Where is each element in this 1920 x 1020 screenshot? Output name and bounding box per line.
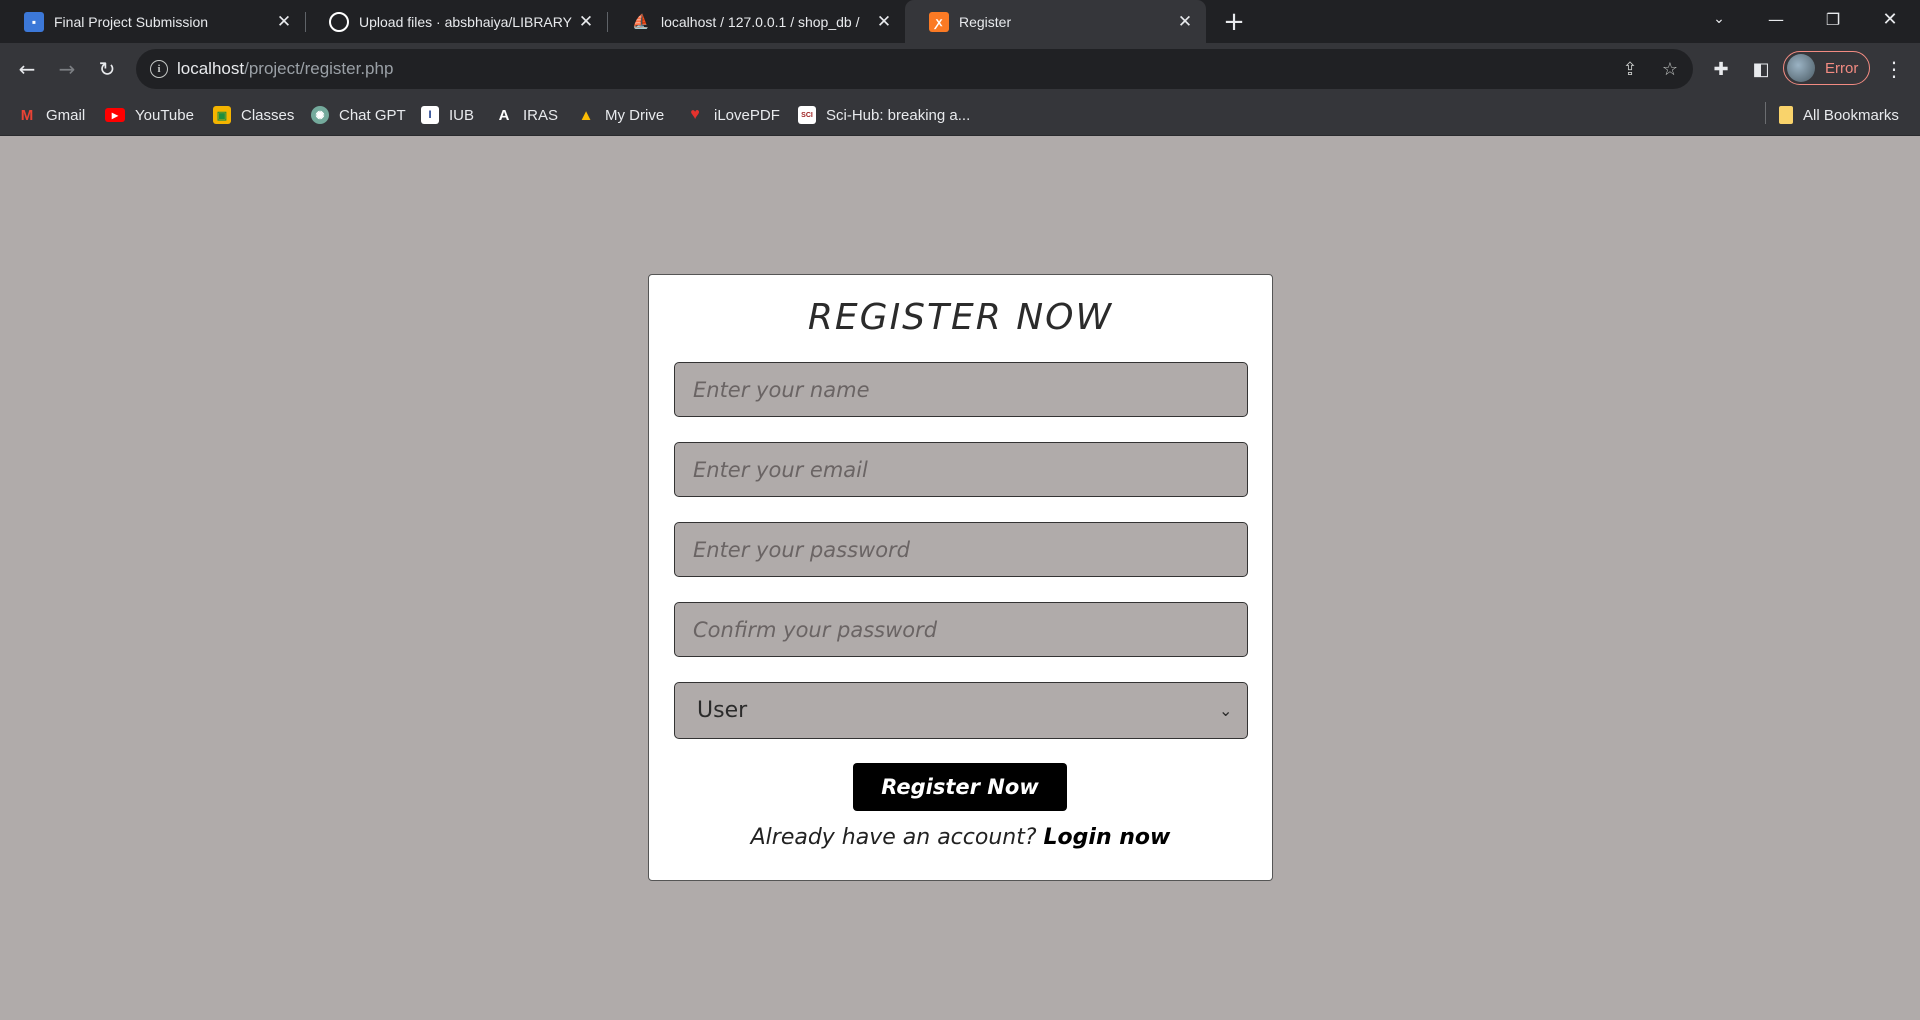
- back-icon[interactable]: ←: [11, 53, 43, 85]
- bookmark-ilovepdf[interactable]: ♥ iLovePDF: [686, 104, 780, 126]
- register-button[interactable]: Register Now: [853, 763, 1067, 811]
- classes-icon: ▣: [213, 106, 231, 124]
- tab-title: Register: [959, 13, 1012, 30]
- tab-search-icon[interactable]: ⌄: [1695, 0, 1743, 38]
- ilovepdf-icon: ♥: [690, 106, 700, 123]
- email-input[interactable]: [675, 443, 1247, 496]
- xampp-icon: ꭗ: [929, 11, 949, 32]
- url-text[interactable]: localhost/project/register.php: [177, 59, 393, 79]
- close-icon[interactable]: ✕: [273, 11, 295, 33]
- classroom-icon: ▪: [24, 11, 44, 32]
- tab-title: localhost / 127.0.0.1 / shop_db /: [661, 13, 860, 30]
- name-field[interactable]: [674, 362, 1248, 417]
- bookmarks-divider: [1765, 102, 1766, 124]
- login-prompt-text: Already have an account?: [750, 825, 1037, 850]
- bookmark-gmail[interactable]: M Gmail: [18, 104, 85, 126]
- menu-kebab-icon[interactable]: ⋮: [1880, 55, 1908, 83]
- chevron-down-icon: ⌄: [1219, 701, 1233, 720]
- profile-button[interactable]: Error: [1783, 51, 1870, 85]
- chatgpt-icon: ✺: [311, 106, 329, 124]
- profile-status: Error: [1825, 59, 1859, 77]
- side-panel-icon[interactable]: ◧: [1747, 55, 1775, 83]
- bookmark-iub[interactable]: I IUB: [421, 104, 474, 126]
- youtube-icon: ▶: [105, 108, 125, 122]
- tab-title: Final Project Submission: [54, 13, 209, 30]
- extensions-icon[interactable]: ✚: [1707, 55, 1735, 83]
- password-field[interactable]: [674, 522, 1248, 577]
- iub-icon: I: [421, 106, 439, 124]
- tab-strip: ▪ Final Project Submission ✕ Upload file…: [0, 0, 1920, 43]
- github-icon: [329, 11, 349, 32]
- close-icon[interactable]: ✕: [575, 11, 597, 33]
- minimize-icon[interactable]: —: [1752, 0, 1800, 38]
- drive-icon: ▲: [578, 106, 594, 124]
- login-link[interactable]: Login now: [1044, 825, 1171, 850]
- tab-final-project[interactable]: ▪ Final Project Submission ✕: [0, 0, 305, 43]
- scihub-icon: SCI: [798, 106, 816, 124]
- bookmark-sci-hub[interactable]: SCI Sci-Hub: breaking a...: [798, 104, 970, 126]
- close-icon[interactable]: ✕: [1174, 11, 1196, 33]
- register-form: REGISTER NOW User ⌄ Register Now Already…: [648, 274, 1273, 881]
- bookmark-star-icon[interactable]: ☆: [1658, 57, 1682, 81]
- tab-register[interactable]: ꭗ Register ✕: [905, 0, 1206, 43]
- bookmark-chat-gpt[interactable]: ✺ Chat GPT: [311, 104, 406, 126]
- bookmarks-bar: M Gmail ▶ YouTube ▣ Classes ✺ Chat GPT I…: [0, 95, 1920, 136]
- tab-github-upload[interactable]: Upload files · absbhaiya/LIBRARY ✕: [305, 0, 607, 43]
- folder-icon: [1779, 106, 1793, 124]
- name-input[interactable]: [675, 363, 1247, 416]
- confirm-password-input[interactable]: [675, 603, 1247, 656]
- gmail-icon: M: [20, 106, 34, 124]
- share-icon[interactable]: ⇪: [1618, 57, 1642, 81]
- browser-toolbar: ← → ↻ i localhost/project/register.php ⇪…: [0, 43, 1920, 95]
- tab-phpmyadmin[interactable]: ⛵ localhost / 127.0.0.1 / shop_db / ✕: [607, 0, 905, 43]
- forward-icon[interactable]: →: [51, 53, 83, 85]
- close-icon[interactable]: ✕: [873, 11, 895, 33]
- iras-icon: A: [498, 106, 510, 124]
- window-close-icon[interactable]: ✕: [1866, 0, 1914, 38]
- confirm-password-field[interactable]: [674, 602, 1248, 657]
- all-bookmarks[interactable]: All Bookmarks: [1779, 104, 1899, 126]
- password-input[interactable]: [675, 523, 1247, 576]
- bookmark-my-drive[interactable]: ▲ My Drive: [577, 104, 665, 126]
- tab-title: Upload files · absbhaiya/LIBRARY: [359, 13, 572, 30]
- email-field[interactable]: [674, 442, 1248, 497]
- user-type-value: User: [697, 698, 748, 723]
- new-tab-button[interactable]: +: [1218, 6, 1250, 38]
- reload-icon[interactable]: ↻: [91, 53, 123, 85]
- restore-icon[interactable]: ❐: [1809, 0, 1857, 38]
- bookmark-youtube[interactable]: ▶ YouTube: [105, 104, 194, 126]
- address-bar[interactable]: i localhost/project/register.php ⇪ ☆: [136, 49, 1693, 89]
- bookmark-iras[interactable]: A IRAS: [495, 104, 558, 126]
- page-title: REGISTER NOW: [807, 297, 1114, 338]
- login-prompt: Already have an account? Login now: [649, 825, 1272, 850]
- phpmyadmin-icon: ⛵: [632, 13, 650, 29]
- user-type-select[interactable]: User ⌄: [674, 682, 1248, 739]
- site-info-icon[interactable]: i: [150, 60, 168, 78]
- bookmark-classes[interactable]: ▣ Classes: [213, 104, 294, 126]
- avatar: [1787, 54, 1815, 82]
